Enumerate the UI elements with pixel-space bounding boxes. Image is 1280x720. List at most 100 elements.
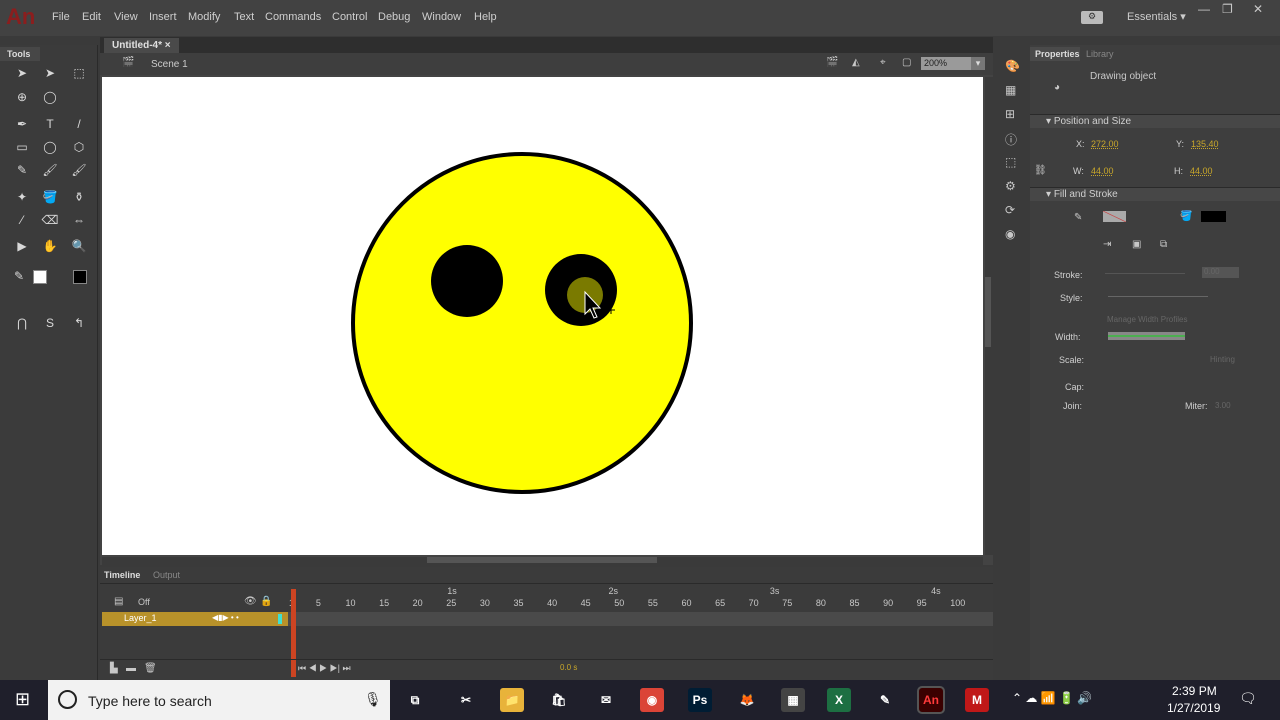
snap-tool-icon[interactable]: ⋂ (13, 314, 31, 332)
width-select[interactable] (1108, 332, 1185, 340)
subselection-tool-icon[interactable]: ➤ (41, 64, 59, 82)
restore-button[interactable]: ❐ (1222, 2, 1233, 16)
tab-output[interactable]: Output (153, 570, 180, 580)
vertical-scrollbar[interactable] (985, 77, 993, 555)
h-field[interactable]: 44.00 (1190, 166, 1213, 176)
stroke-color-tool-icon[interactable]: ✎ (10, 267, 28, 285)
microphone-icon[interactable]: 🎙 (364, 691, 382, 708)
notepad-taskbar-icon[interactable]: ✎ (873, 688, 897, 712)
code-snippets-icon[interactable]: ⚙ (1005, 179, 1016, 193)
layer-color-icon[interactable] (278, 614, 282, 624)
text-tool-icon[interactable]: T (41, 115, 59, 133)
hints-icon[interactable]: ▣ (1132, 239, 1141, 250)
store-taskbar-icon[interactable]: 🛍 (547, 688, 571, 712)
document-tab[interactable]: Untitled-4* × (104, 38, 179, 53)
pen-tool-icon[interactable]: ✒ (13, 115, 31, 133)
straighten-tool-icon[interactable]: ↰ (70, 314, 88, 332)
fill-stroke-header[interactable]: ▾ Fill and Stroke (1030, 187, 1280, 201)
menu-modify[interactable]: Modify (188, 11, 220, 23)
clock-time[interactable]: 2:39 PM (1172, 684, 1217, 698)
oval-tool-icon[interactable]: ◯ (41, 138, 59, 156)
miter-field[interactable]: 3.00 (1215, 401, 1231, 410)
pencil-tool-icon[interactable]: ✎ (13, 161, 31, 179)
onion-skin-label[interactable]: Off (138, 597, 150, 607)
sync-settings-icon[interactable]: ⚙ (1081, 11, 1103, 24)
color-palette-icon[interactable]: 🎨 (1005, 59, 1020, 73)
camera-tool-icon[interactable]: ▶ (13, 237, 31, 255)
stage[interactable] (102, 77, 983, 555)
menu-commands[interactable]: Commands (265, 11, 321, 23)
menu-help[interactable]: Help (474, 11, 497, 23)
menu-edit[interactable]: Edit (82, 11, 101, 23)
mcafee-taskbar-icon[interactable]: M (965, 688, 989, 712)
lock-icon[interactable]: 🔒 (260, 596, 272, 607)
system-tray-icons[interactable]: ⌃ ☁ 📶 🔋 🔊 (1012, 691, 1092, 705)
animate-taskbar-icon[interactable]: An (917, 686, 945, 714)
lasso-tool-icon[interactable]: ◯ (41, 88, 59, 106)
edit-scene-icon[interactable]: 🎬 (826, 57, 838, 68)
face-circle[interactable] (351, 152, 693, 494)
task-view-taskbar-icon[interactable]: ⧉ (403, 688, 427, 712)
file-explorer-taskbar-icon[interactable]: 📁 (500, 688, 524, 712)
minimize-button[interactable]: — (1198, 2, 1210, 16)
mail-taskbar-icon[interactable]: ✉ (594, 688, 618, 712)
menu-window[interactable]: Window (422, 11, 461, 23)
eraser-tool-icon[interactable]: ⌫ (41, 211, 59, 229)
3d-rotation-tool-icon[interactable]: ⊕ (13, 88, 31, 106)
stroke-color-swatch[interactable] (1103, 211, 1126, 222)
menu-insert[interactable]: Insert (149, 11, 177, 23)
smooth-tool-icon[interactable]: S (41, 314, 59, 332)
excel-taskbar-icon[interactable]: X (827, 688, 851, 712)
clip-icon[interactable]: ▢ (902, 57, 911, 68)
position-size-header[interactable]: ▾ Position and Size (1030, 114, 1280, 128)
close-button[interactable]: ✕ (1253, 2, 1263, 16)
swatches-icon[interactable]: ▦ (1005, 83, 1016, 97)
free-transform-tool-icon[interactable]: ⬚ (70, 64, 88, 82)
close-tab-icon[interactable]: × (165, 40, 171, 51)
snipping-taskbar-icon[interactable]: ✂ (454, 688, 478, 712)
horizontal-scrollbar[interactable] (102, 557, 983, 565)
windows-start-icon[interactable]: ⊞ (15, 689, 30, 710)
left-eye[interactable] (431, 245, 503, 317)
tab-library[interactable]: Library (1086, 49, 1114, 59)
new-folder-icon[interactable]: ▬ (126, 663, 136, 674)
x-field[interactable]: 272.00 (1091, 139, 1119, 149)
menu-view[interactable]: View (114, 11, 138, 23)
paint-bucket-tool-icon[interactable]: 🪣 (41, 188, 59, 206)
polystar-tool-icon[interactable]: ⬡ (70, 138, 88, 156)
layer-options-icon[interactable]: ▤ (114, 596, 123, 607)
clock-date[interactable]: 1/27/2019 (1167, 701, 1220, 715)
workspace-switcher[interactable]: Essentials ▾ (1127, 10, 1186, 23)
menu-text[interactable]: Text (234, 11, 254, 23)
notifications-icon[interactable]: 🗨 (1239, 690, 1257, 707)
menu-debug[interactable]: Debug (378, 11, 410, 23)
zoom-tool-icon[interactable]: 🔍 (70, 237, 88, 255)
brush-tool-icon[interactable]: 🖌 (70, 161, 88, 179)
style-select[interactable] (1108, 296, 1208, 297)
w-field[interactable]: 44.00 (1091, 166, 1114, 176)
info-icon[interactable]: ⓘ (1005, 131, 1017, 148)
zoom-select[interactable]: 200% ▾ (921, 57, 985, 70)
manage-width-profiles[interactable]: Manage Width Profiles (1107, 315, 1187, 324)
line-tool-icon[interactable]: / (70, 115, 88, 133)
calculator-taskbar-icon[interactable]: ▦ (781, 688, 805, 712)
photoshop-taskbar-icon[interactable]: Ps (688, 688, 712, 712)
frame-row[interactable] (288, 612, 993, 626)
chrome-taskbar-icon[interactable]: ◉ (640, 688, 664, 712)
layer-name[interactable]: Layer_1 (124, 613, 157, 623)
search-box[interactable]: Type here to search 🎙 (48, 680, 390, 720)
menu-file[interactable]: File (52, 11, 70, 23)
eyedropper-tool-icon[interactable]: ⁄ (13, 211, 31, 229)
align-icon[interactable]: ⊞ (1005, 107, 1015, 121)
ink-bottle-tool-icon[interactable]: ⚱ (70, 188, 88, 206)
hand-tool-icon[interactable]: ✋ (41, 237, 59, 255)
object-drawing-icon[interactable]: ⧉ (1160, 239, 1167, 250)
eye-icon[interactable]: 👁 (244, 596, 257, 607)
selection-tool-icon[interactable]: ➤ (13, 64, 31, 82)
align-icon[interactable]: ⇥ (1103, 239, 1111, 250)
keyframe-nav-icon[interactable]: ◀▮▶ • • (212, 613, 239, 622)
width-tool-icon[interactable]: ⇔ (70, 211, 88, 229)
motion-presets-icon[interactable]: ⟳ (1005, 203, 1015, 217)
stroke-slider[interactable] (1105, 273, 1185, 274)
tab-timeline[interactable]: Timeline (104, 570, 140, 580)
